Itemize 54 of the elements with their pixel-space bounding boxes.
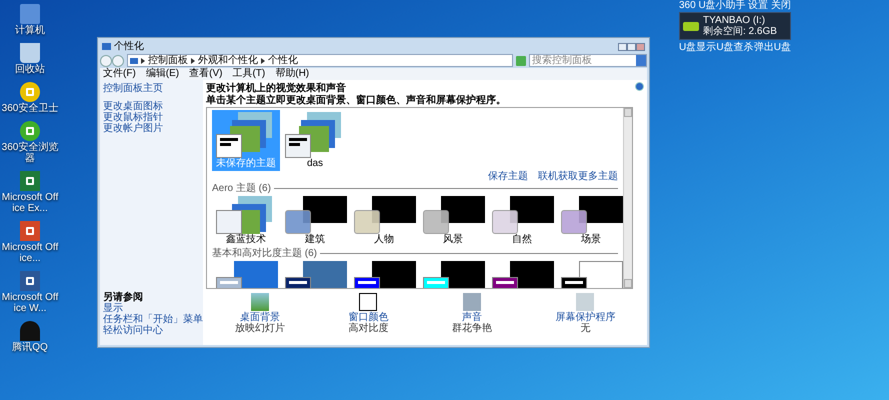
theme-item[interactable]: 风景 bbox=[419, 194, 487, 247]
setting-value: 群花争艳 bbox=[452, 323, 492, 334]
page-heading: 更改计算机上的视觉效果和声音 bbox=[206, 83, 346, 94]
setting-item[interactable]: 桌面背景 放映幻灯片 bbox=[234, 293, 285, 345]
setting-item[interactable]: 屏幕保护程序 无 bbox=[555, 293, 616, 345]
icon-label: 360安全卫士 bbox=[2, 103, 58, 114]
menu-item[interactable]: 帮助(H) bbox=[275, 69, 310, 79]
setting-value: 无 bbox=[580, 323, 590, 334]
see-also-link[interactable]: 显示 bbox=[103, 303, 200, 314]
widget-action[interactable]: 弹出U盘 bbox=[754, 42, 791, 53]
widget-action[interactable]: U盘显示 bbox=[679, 42, 716, 53]
sidebar-link[interactable]: 更改帐户图片 bbox=[103, 123, 200, 134]
icon-label: 计算机 bbox=[15, 25, 45, 36]
section-title: 另请参阅 bbox=[103, 292, 144, 303]
search-field[interactable]: 搜索控制面板 bbox=[529, 54, 647, 67]
breadcrumb-item[interactable]: 外观和个性化 bbox=[198, 56, 258, 66]
breadcrumb-item[interactable]: 个性化 bbox=[268, 56, 298, 66]
address-bar[interactable]: 控制面板 外观和个性化 个性化 bbox=[127, 54, 513, 67]
menu-item[interactable]: 查看(V) bbox=[189, 69, 222, 79]
theme-item[interactable]: 场景 bbox=[557, 194, 623, 247]
group-header: 基本和高对比度主题 (6) bbox=[212, 248, 317, 259]
page-subheading: 单击某个主题立即更改桌面背景、窗口颜色、声音和屏幕保护程序。 bbox=[206, 95, 506, 107]
free-space: 剩余空间: 2.6GB bbox=[703, 26, 777, 37]
menu-item[interactable]: 编辑(E) bbox=[146, 69, 180, 79]
icon-label: Microsoft Office W... bbox=[1, 292, 59, 314]
sidebar-link[interactable]: 更改鼠标指针 bbox=[103, 112, 200, 123]
theme-item[interactable]: das bbox=[281, 110, 349, 171]
icon-label: 360安全浏览器 bbox=[1, 142, 59, 164]
setting-item[interactable]: 声音 群花争艳 bbox=[452, 293, 492, 345]
setting-item[interactable]: 窗口颜色 高对比度 bbox=[348, 293, 388, 345]
widget-title: 360 U盘小助手 bbox=[679, 1, 746, 11]
window-title: 个性化 bbox=[114, 42, 144, 52]
icon-label: 腾讯QQ bbox=[12, 342, 48, 353]
theme-item[interactable]: 人物 bbox=[350, 194, 418, 247]
icon-label: Microsoft Office Ex... bbox=[1, 192, 59, 214]
widget-action[interactable]: U盘查杀 bbox=[716, 42, 754, 53]
theme-item[interactable]: 鑫蓝技术 bbox=[212, 194, 280, 247]
menu-item[interactable]: 工具(T) bbox=[232, 69, 266, 79]
theme-item[interactable]: 自然 bbox=[488, 194, 556, 247]
theme-link[interactable]: 联机获取更多主题 bbox=[538, 171, 618, 182]
sidebar-link[interactable]: 控制面板主页 bbox=[103, 83, 200, 95]
theme-link[interactable]: 保存主题 bbox=[488, 171, 528, 182]
group-header: Aero 主题 (6) bbox=[212, 183, 271, 194]
sidebar-link[interactable]: 更改桌面图标 bbox=[103, 101, 200, 112]
icon-label: Microsoft Office... bbox=[1, 242, 59, 264]
icon-label: 回收站 bbox=[15, 64, 45, 75]
setting-value: 高对比度 bbox=[348, 323, 388, 334]
menu-item[interactable]: 文件(F) bbox=[103, 69, 136, 79]
settings-link[interactable]: 设置 bbox=[748, 1, 768, 11]
setting-value: 放映幻灯片 bbox=[234, 323, 285, 334]
see-also-link[interactable]: 轻松访问中心 bbox=[103, 325, 200, 336]
theme-item[interactable]: 建筑 bbox=[281, 194, 349, 247]
breadcrumb-item[interactable]: 控制面板 bbox=[148, 56, 188, 66]
drive-name: TYANBAO (I:) bbox=[703, 15, 766, 26]
